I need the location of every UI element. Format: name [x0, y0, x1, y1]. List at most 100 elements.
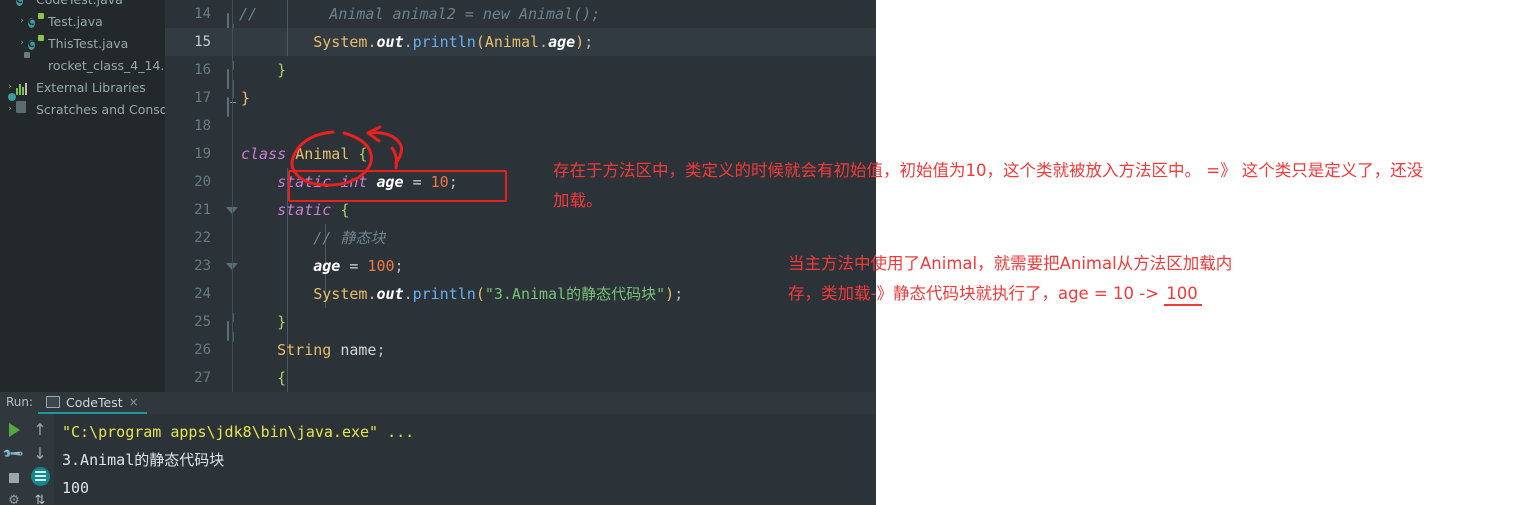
sidebar-item-scratches-and-consoles[interactable]: › Scratches and Consoles	[0, 92, 165, 120]
libraries-icon	[16, 79, 32, 95]
gutter-divider	[232, 84, 233, 112]
sidebar-item-test[interactable]: › C Test.java	[0, 10, 165, 32]
token-age: age	[313, 257, 341, 275]
code-text: static int age = 10;	[277, 173, 458, 191]
stop-icon[interactable]	[2, 466, 26, 490]
code-line[interactable]: 17 }	[165, 84, 876, 117]
chevron-right-icon[interactable]: ›	[16, 32, 28, 54]
annotation-note-2-line-2: 存，类加载-》静态代码块就执行了，age = 10 -> 100	[788, 279, 1202, 309]
annotation-note-1-line-2: 加载。	[553, 191, 603, 210]
token-age: age	[548, 33, 576, 51]
gutter-divider	[232, 112, 233, 140]
code-editor[interactable]: 14 // Animal animal2 = new Animal(); 15 …	[165, 0, 876, 438]
fold-marker-icon[interactable]	[227, 93, 240, 117]
line-number: 24	[194, 286, 211, 302]
close-icon[interactable]: ×	[129, 395, 139, 409]
java-class-icon: C	[28, 40, 35, 50]
token-system: System	[313, 33, 368, 51]
console-output[interactable]: "C:\program apps\jdk8\bin\java.exe" ... …	[54, 414, 876, 505]
gutter-divider	[232, 308, 233, 336]
code-text: {	[241, 369, 287, 387]
console-line: 3.Animal的静态代码块	[62, 451, 225, 469]
code-line[interactable]: 24 System.out.println("3.Animal的静态代码块");	[165, 280, 876, 308]
token-class-name: Animal	[295, 145, 350, 163]
console-icon	[46, 396, 60, 408]
sidebar-item-label: rocket_class_4_14.iml	[48, 57, 165, 73]
soft-wrap-icon[interactable]	[28, 464, 52, 488]
code-line[interactable]: 21 static {	[165, 196, 876, 270]
gutter-divider	[232, 336, 233, 364]
token-static: static	[277, 201, 332, 219]
scroll-up-icon[interactable]: ↑	[28, 418, 52, 442]
scroll-down-icon[interactable]: ↓	[28, 442, 52, 466]
token-println: println	[412, 285, 476, 303]
line-number: 15	[194, 34, 211, 50]
token-string-literal: "3.Animal的静态代码块"	[484, 285, 666, 303]
gutter-divider	[232, 364, 233, 392]
gutter-divider	[232, 280, 233, 308]
sidebar-item-iml[interactable]: rocket_class_4_14.iml	[0, 54, 165, 76]
line-number: 23	[194, 258, 211, 274]
annotation-note-1-line-1: 存在于方法区中，类定义的时候就会有初始值，初始值为10，这个类就被放入方法区中。…	[553, 161, 1424, 180]
token-out: out	[376, 33, 404, 51]
console-line: "C:\program apps\jdk8\bin\java.exe" ...	[62, 423, 415, 441]
token-out: out	[376, 285, 404, 303]
sidebar-item-thistest[interactable]: › C ThisTest.java	[0, 32, 165, 54]
gutter-divider	[232, 140, 233, 168]
print-icon[interactable]: ⚙	[2, 488, 26, 505]
tab-label: CodeTest	[66, 394, 123, 410]
chevron-right-icon[interactable]: ›	[4, 0, 16, 10]
indent-guide	[287, 308, 288, 336]
gutter-divider	[232, 196, 233, 224]
annotation-underlined-value: 100	[1164, 284, 1202, 306]
gutter-divider	[232, 28, 233, 56]
code-line-current[interactable]: 15 System.out.println(Animal.age);	[165, 28, 876, 56]
code-line[interactable]: 18	[165, 112, 876, 140]
line-number: 16	[194, 62, 211, 78]
token-value: 10	[430, 173, 449, 191]
line-number: 21	[194, 202, 211, 218]
sidebar-item-label: ThisTest.java	[48, 35, 129, 51]
run-label: Run:	[6, 395, 34, 409]
code-line[interactable]: 25 }	[165, 308, 876, 341]
run-icon[interactable]	[2, 418, 26, 442]
code-line[interactable]: 23 age = 100;	[165, 252, 876, 280]
sort-icon[interactable]: ⇅	[28, 488, 52, 505]
sidebar-item-label: Test.java	[48, 13, 103, 29]
code-text: }	[241, 89, 251, 107]
code-line[interactable]: 22 // 静态块	[165, 224, 876, 252]
token-value: 100	[367, 257, 395, 275]
code-text: age = 100;	[313, 257, 404, 275]
run-toolbar[interactable]: ↑ 🔧 ↓ ⚙ ⇅	[0, 414, 54, 505]
tab-codetest[interactable]: CodeTest ×	[38, 392, 147, 414]
code-text: // Animal animal2 = new Animal();	[239, 5, 601, 23]
token-println: println	[412, 33, 476, 51]
line-number: 27	[194, 370, 211, 386]
code-line[interactable]: 14 // Animal animal2 = new Animal();	[165, 0, 876, 33]
code-line[interactable]: 16 }	[165, 56, 876, 89]
code-text: }	[241, 61, 287, 79]
code-line[interactable]: 27 {	[165, 364, 876, 438]
indent-guide	[287, 364, 288, 392]
sidebar-item-external-libraries[interactable]: › External Libraries	[0, 76, 165, 98]
screenshot-root: › C CodeTest.java › C Test.java › C This…	[0, 0, 1519, 505]
console-line: 100	[62, 479, 90, 497]
fold-marker-icon[interactable]	[227, 317, 240, 341]
sidebar-item-codetest[interactable]: › C CodeTest.java	[0, 0, 165, 10]
code-text: String name;	[277, 341, 386, 359]
settings-wrench-icon[interactable]: 🔧	[2, 442, 26, 466]
project-tree-sidebar[interactable]: › C CodeTest.java › C Test.java › C This…	[0, 0, 165, 392]
gutter-divider	[232, 0, 233, 28]
token-string-type: String	[277, 341, 332, 359]
scratches-icon	[7, 92, 32, 117]
line-number: 19	[194, 146, 211, 162]
gutter-divider	[232, 252, 233, 280]
token-comment: // 静态块	[313, 229, 386, 247]
annotation-note-2-line-1: 当主方法中使用了Animal，就需要把Animal从方法区加载内	[788, 254, 1233, 273]
code-line[interactable]: 26 String name;	[165, 336, 876, 364]
line-number: 25	[194, 314, 211, 330]
fold-marker-icon[interactable]	[227, 65, 240, 89]
chevron-right-icon[interactable]: ›	[16, 10, 28, 32]
code-text: // 静态块	[241, 224, 385, 252]
token-system: System	[313, 285, 368, 303]
